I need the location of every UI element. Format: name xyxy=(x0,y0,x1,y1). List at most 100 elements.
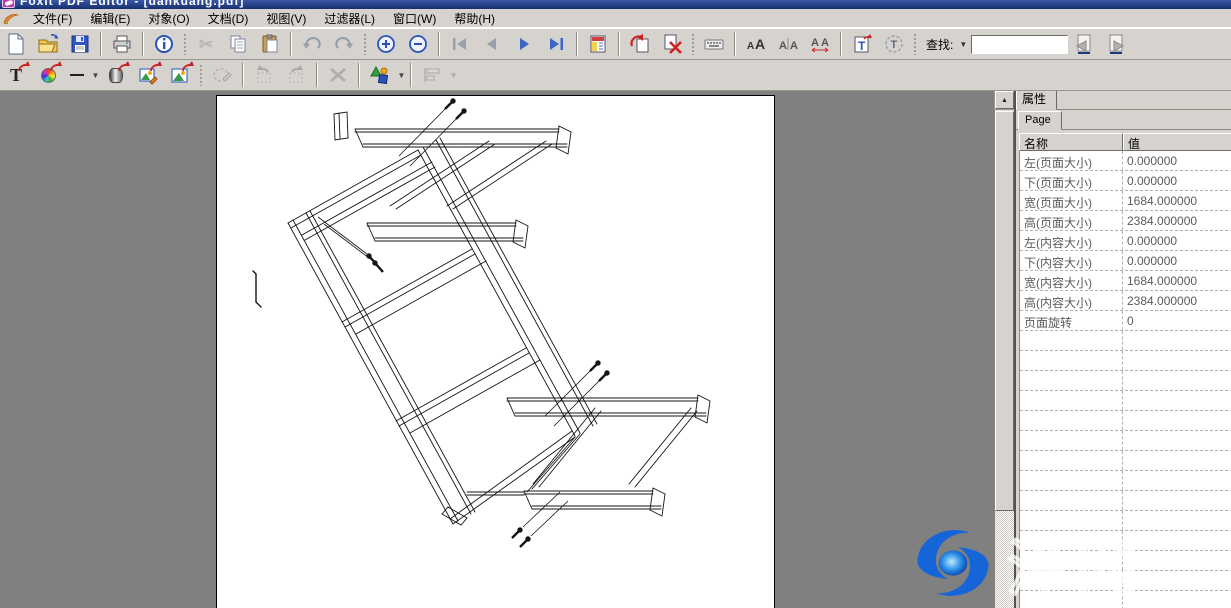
property-row[interactable]: 左(页面大小)0.000000 xyxy=(1020,151,1231,171)
app-icon xyxy=(2,0,15,8)
toolbar-grip[interactable] xyxy=(363,33,367,55)
page-drawing xyxy=(217,96,776,608)
text-orientation-button[interactable]: T xyxy=(881,31,907,57)
zoom-out-button[interactable] xyxy=(405,31,431,57)
copy-button[interactable] xyxy=(225,31,251,57)
menu-window[interactable]: 窗口(W) xyxy=(384,9,445,28)
cut-button[interactable]: ✂ xyxy=(193,31,219,57)
zoom-in-button[interactable] xyxy=(373,31,399,57)
toolbar-separator xyxy=(410,63,412,87)
property-row[interactable]: 宽(页面大小)1684.000000 xyxy=(1020,191,1231,211)
toolbar-grip[interactable] xyxy=(183,33,187,55)
menu-view[interactable]: 视图(V) xyxy=(257,9,315,28)
empty-row xyxy=(1020,351,1231,371)
property-row[interactable]: 高(页面大小)2384.000000 xyxy=(1020,211,1231,231)
undo-button[interactable] xyxy=(299,31,325,57)
scroll-up-button[interactable]: ▲ xyxy=(995,91,1014,109)
toolbar-grip[interactable] xyxy=(913,33,917,55)
line-style-dropdown[interactable]: ▼ xyxy=(91,71,100,80)
first-page-button[interactable] xyxy=(447,31,473,57)
empty-row xyxy=(1020,531,1231,551)
menu-help[interactable]: 帮助(H) xyxy=(445,9,504,28)
font-compare-icon: AA xyxy=(777,33,799,55)
property-value[interactable]: 2384.000000 xyxy=(1123,211,1231,230)
line-style-button[interactable] xyxy=(67,62,87,88)
find-history-dropdown[interactable]: ▼ xyxy=(955,40,971,49)
character-spacing-button[interactable]: AA xyxy=(807,31,833,57)
tab-page[interactable]: Page xyxy=(1018,111,1062,130)
add-text-button[interactable]: T xyxy=(3,62,29,88)
property-row[interactable]: 下(内容大小)0.000000 xyxy=(1020,251,1231,271)
object-tools-dropdown[interactable]: ▼ xyxy=(397,71,406,80)
add-color-button[interactable] xyxy=(35,62,61,88)
last-page-button[interactable] xyxy=(543,31,569,57)
panel-title-tab[interactable]: 属性 xyxy=(1016,91,1057,110)
redo-button[interactable] xyxy=(331,31,357,57)
rotate-object-left-button[interactable] xyxy=(251,62,277,88)
property-name: 页面旋转 xyxy=(1020,311,1123,330)
previous-page-button[interactable] xyxy=(479,31,505,57)
property-value[interactable]: 0.000000 xyxy=(1123,171,1231,190)
delete-x-icon xyxy=(327,64,349,86)
open-file-button[interactable] xyxy=(35,31,61,57)
align-tools-button[interactable] xyxy=(419,62,445,88)
align-tools-dropdown[interactable]: ▼ xyxy=(449,71,458,80)
delete-page-button[interactable] xyxy=(659,31,685,57)
empty-row xyxy=(1020,491,1231,511)
rotate-page-button[interactable] xyxy=(627,31,653,57)
insert-text-button[interactable]: T xyxy=(849,31,875,57)
column-header-value[interactable]: 值 xyxy=(1123,133,1231,151)
property-value[interactable]: 0.000000 xyxy=(1123,251,1231,270)
find-input[interactable] xyxy=(971,35,1068,54)
font-size-button[interactable]: AA xyxy=(743,31,769,57)
new-document-button[interactable] xyxy=(3,31,29,57)
column-header-name[interactable]: 名称 xyxy=(1019,133,1123,151)
toolbar-separator xyxy=(358,63,360,87)
document-info-button[interactable] xyxy=(151,31,177,57)
edit-image-button[interactable] xyxy=(135,62,161,88)
add-image-button[interactable] xyxy=(167,62,193,88)
property-row[interactable]: 高(内容大小)2384.000000 xyxy=(1020,291,1231,311)
object-tools-button[interactable] xyxy=(367,62,393,88)
vertical-scrollbar[interactable]: ▲ xyxy=(995,91,1014,608)
red-arrow-icon xyxy=(117,61,131,73)
edit-object-button[interactable] xyxy=(209,62,235,88)
scrollbar-thumb[interactable] xyxy=(995,111,1014,511)
find-next-result-button[interactable] xyxy=(1103,31,1129,57)
property-row[interactable]: 左(内容大小)0.000000 xyxy=(1020,231,1231,251)
add-shading-button[interactable] xyxy=(103,62,129,88)
menu-bar: 文件(F) 编辑(E) 对象(O) 文档(D) 视图(V) 过滤器(L) 窗口(… xyxy=(0,9,1231,28)
paste-button[interactable] xyxy=(257,31,283,57)
save-button[interactable] xyxy=(67,31,93,57)
print-button[interactable] xyxy=(109,31,135,57)
toolbar-grip[interactable] xyxy=(691,33,695,55)
toolbar-grip[interactable] xyxy=(199,64,203,86)
property-value[interactable]: 2384.000000 xyxy=(1123,291,1231,310)
property-row[interactable]: 下(页面大小)0.000000 xyxy=(1020,171,1231,191)
property-row[interactable]: 宽(内容大小)1684.000000 xyxy=(1020,271,1231,291)
pencil-icon xyxy=(2,11,20,26)
property-value[interactable]: 1684.000000 xyxy=(1123,271,1231,290)
property-row[interactable]: 页面旋转0 xyxy=(1020,311,1231,331)
find-previous-result-button[interactable] xyxy=(1071,31,1097,57)
menu-file[interactable]: 文件(F) xyxy=(24,9,81,28)
property-value[interactable]: 0 xyxy=(1123,311,1231,330)
font-size-icon: AA xyxy=(745,33,767,55)
page-layout-button[interactable] xyxy=(585,31,611,57)
virtual-keyboard-button[interactable] xyxy=(701,31,727,57)
menu-filter[interactable]: 过滤器(L) xyxy=(315,9,384,28)
insert-text-icon: T xyxy=(851,33,873,55)
menu-object[interactable]: 对象(O) xyxy=(139,9,198,28)
property-value[interactable]: 0.000000 xyxy=(1123,231,1231,250)
font-compare-button[interactable]: AA xyxy=(775,31,801,57)
main-toolbar: ✂ xyxy=(0,28,1231,60)
property-value[interactable]: 0.000000 xyxy=(1123,151,1231,170)
menu-edit[interactable]: 编辑(E) xyxy=(81,9,139,28)
copy-icon xyxy=(227,33,249,55)
rotate-object-right-button[interactable] xyxy=(283,62,309,88)
property-value[interactable]: 1684.000000 xyxy=(1123,191,1231,210)
delete-object-button[interactable] xyxy=(325,62,351,88)
document-page[interactable] xyxy=(216,95,775,608)
menu-document[interactable]: 文档(D) xyxy=(199,9,258,28)
next-page-button[interactable] xyxy=(511,31,537,57)
